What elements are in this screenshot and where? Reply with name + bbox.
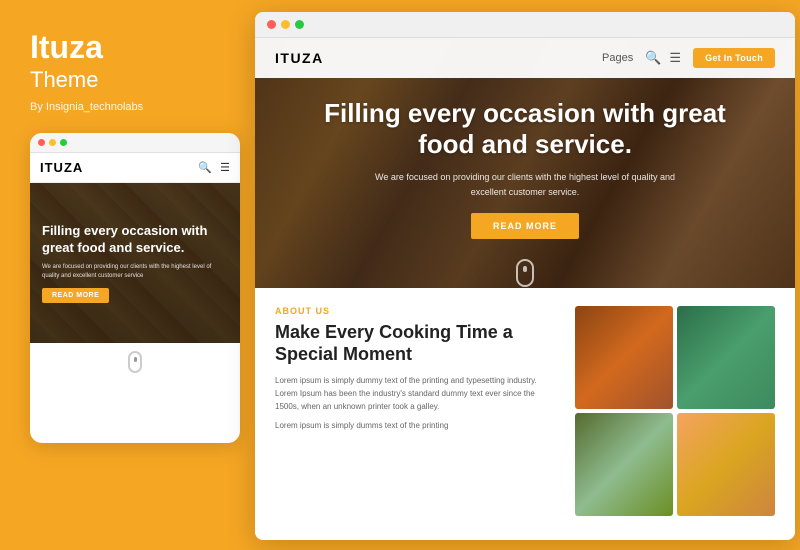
mobile-menu-icon[interactable]: ☰: [220, 161, 230, 174]
hero-content: Filling every occasion with great food a…: [255, 78, 795, 259]
hero-main-title: Filling every occasion with great food a…: [315, 98, 735, 160]
food-image-1: [575, 306, 673, 409]
mobile-scroll-indicator: [30, 343, 240, 377]
mobile-dot-red: [38, 139, 45, 146]
mobile-search-icon[interactable]: 🔍: [198, 161, 212, 174]
scroll-oval: [516, 259, 534, 287]
content-text: ABOUT US Make Every Cooking Time a Speci…: [275, 306, 559, 516]
content-images: [575, 306, 775, 516]
mobile-mockup: ITUZA 🔍 ☰ Filling every occasion with gr…: [30, 133, 240, 443]
about-us-label: ABOUT US: [275, 306, 559, 316]
hero-read-more-button[interactable]: READ MORE: [471, 213, 579, 239]
mobile-browser-bar: [30, 133, 240, 153]
food-image-3: [575, 413, 673, 516]
mobile-scroll-oval: [128, 351, 142, 373]
desktop-dot-red: [267, 20, 276, 29]
brand-subtitle: Theme: [30, 67, 228, 93]
desktop-search-icon[interactable]: 🔍: [645, 50, 661, 66]
brand-by: By Insignia_technolabs: [30, 101, 228, 113]
mobile-nav-icons: 🔍 ☰: [198, 161, 230, 174]
brand-title: Ituza: [30, 30, 228, 65]
desktop-dot-green: [295, 20, 304, 29]
desktop-nav-pages: Pages: [602, 52, 633, 64]
food-image-2: [677, 306, 775, 409]
desktop-nav-icons: 🔍 ☰: [645, 50, 681, 66]
desktop-mockup: ITUZA Pages 🔍 ☰ Get In Touch Filling eve…: [255, 12, 795, 540]
content-para-1: Lorem ipsum is simply dummy text of the …: [275, 375, 559, 413]
mobile-scroll-dot: [134, 357, 137, 362]
desktop-nav-right: Pages 🔍 ☰ Get In Touch: [602, 48, 775, 68]
mobile-hero-subtitle: We are focused on providing our clients …: [42, 263, 228, 280]
mobile-read-more-button[interactable]: READ MORE: [42, 288, 109, 303]
desktop-browser-bar: [255, 12, 795, 38]
desktop-content: ABOUT US Make Every Cooking Time a Speci…: [255, 288, 795, 534]
desktop-hero: ITUZA Pages 🔍 ☰ Get In Touch Filling eve…: [255, 38, 795, 288]
get-in-touch-button[interactable]: Get In Touch: [693, 48, 775, 68]
content-main-title: Make Every Cooking Time a Special Moment: [275, 322, 559, 365]
mobile-hero-title: Filling every occasion with great food a…: [42, 223, 228, 257]
hero-scroll-indicator: [255, 259, 795, 288]
left-panel: Ituza Theme By Insignia_technolabs ITUZA…: [0, 0, 248, 550]
mobile-dot-yellow: [49, 139, 56, 146]
food-image-4: [677, 413, 775, 516]
desktop-logo: ITUZA: [275, 50, 324, 66]
desktop-dot-yellow: [281, 20, 290, 29]
content-para-2: Lorem ipsum is simply dumms text of the …: [275, 420, 559, 433]
mobile-nav: ITUZA 🔍 ☰: [30, 153, 240, 183]
desktop-nav: ITUZA Pages 🔍 ☰ Get In Touch: [255, 38, 795, 78]
mobile-hero: Filling every occasion with great food a…: [30, 183, 240, 343]
mobile-logo: ITUZA: [40, 160, 83, 175]
desktop-menu-icon[interactable]: ☰: [669, 50, 681, 66]
mobile-dot-green: [60, 139, 67, 146]
scroll-dot: [523, 266, 527, 272]
hero-description: We are focused on providing our clients …: [375, 170, 675, 199]
